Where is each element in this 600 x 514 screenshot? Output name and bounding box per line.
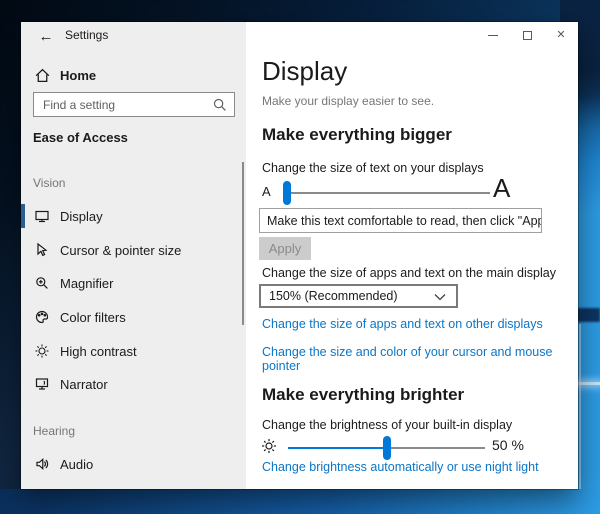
sidebar-item-high-contrast[interactable]: High contrast xyxy=(21,336,246,366)
audio-icon xyxy=(34,456,50,472)
page-subtitle: Make your display easier to see. xyxy=(262,94,434,108)
group-label-hearing: Hearing xyxy=(33,424,75,438)
link-cursor-pointer[interactable]: Change the size and color of your cursor… xyxy=(262,345,578,373)
display-icon xyxy=(34,208,50,224)
selected-accent-bar xyxy=(21,204,25,228)
brightness-label: Change the brightness of your built-in d… xyxy=(262,418,512,432)
brightness-slider-row: 50 % xyxy=(246,435,578,461)
brightness-value: 50 % xyxy=(492,437,524,453)
cursor-icon xyxy=(34,242,50,258)
brightness-slider-fill xyxy=(288,447,387,449)
chevron-down-icon xyxy=(434,293,446,301)
text-size-slider-row: A A xyxy=(246,178,578,206)
sidebar-item-narrator[interactable]: Narrator xyxy=(21,369,246,399)
breadcrumb-ease-of-access: Ease of Access xyxy=(33,130,128,145)
windows-logo-edge-line xyxy=(579,324,581,489)
high-contrast-icon xyxy=(34,343,50,359)
sidebar-item-cursor-pointer-size[interactable]: Cursor & pointer size xyxy=(21,235,246,265)
magnifier-icon xyxy=(34,275,50,291)
apply-button[interactable]: Apply xyxy=(259,237,311,260)
maximize-button[interactable] xyxy=(510,22,544,48)
search-box xyxy=(33,92,235,117)
home-icon xyxy=(34,67,51,84)
sidebar-item-magnifier[interactable]: Magnifier xyxy=(21,268,246,298)
heading-make-everything-brighter: Make everything brighter xyxy=(262,385,464,405)
brightness-slider-track[interactable] xyxy=(288,447,485,449)
sidebar-item-home[interactable]: Home xyxy=(21,63,246,89)
sidebar-item-label: Magnifier xyxy=(60,276,113,291)
minimize-button[interactable] xyxy=(476,22,510,48)
back-icon: ← xyxy=(39,28,54,45)
link-other-displays[interactable]: Change the size of apps and text on othe… xyxy=(262,317,543,331)
slider-min-label: A xyxy=(262,184,271,199)
sidebar-item-label: Cursor & pointer size xyxy=(60,243,181,258)
narrator-icon xyxy=(34,376,50,392)
brightness-sun-icon xyxy=(260,437,278,455)
brightness-slider-handle[interactable] xyxy=(383,436,391,460)
group-label-vision: Vision xyxy=(33,176,65,190)
text-size-label: Change the size of text on your displays xyxy=(262,161,484,175)
back-button[interactable]: ← xyxy=(33,24,59,48)
sidebar-item-audio[interactable]: Audio xyxy=(21,449,246,479)
sidebar-item-label: Narrator xyxy=(60,377,108,392)
close-button[interactable]: ✕ xyxy=(544,22,578,48)
sidebar-item-color-filters[interactable]: Color filters xyxy=(21,302,246,332)
text-size-slider-handle[interactable] xyxy=(283,181,291,205)
link-night-light[interactable]: Change brightness automatically or use n… xyxy=(262,460,539,474)
sidebar: ← Settings Home Ease of Access Vision xyxy=(21,22,246,489)
search-input[interactable] xyxy=(34,93,212,116)
slider-max-label: A xyxy=(493,173,510,204)
close-icon: ✕ xyxy=(556,30,565,41)
page-title: Display xyxy=(262,56,347,87)
sidebar-scrollbar-thumb[interactable] xyxy=(242,162,244,325)
maximize-icon xyxy=(523,31,532,40)
search-icon[interactable] xyxy=(212,97,228,113)
main-content: ✕ Display Make your display easier to se… xyxy=(246,22,578,489)
window-controls: ✕ xyxy=(476,22,578,48)
sidebar-item-label: Home xyxy=(60,68,96,83)
window-title: Settings xyxy=(65,28,108,42)
sidebar-item-label: High contrast xyxy=(60,344,137,359)
scaling-dropdown-value: 150% (Recommended) xyxy=(269,289,398,303)
sidebar-item-label: Display xyxy=(60,209,103,224)
settings-window: ← Settings Home Ease of Access Vision xyxy=(21,22,578,489)
scaling-label: Change the size of apps and text on the … xyxy=(262,266,556,280)
sidebar-item-label: Color filters xyxy=(60,310,126,325)
color-filters-icon xyxy=(34,309,50,325)
minimize-icon xyxy=(488,35,498,36)
sample-text-preview: Make this text comfortable to read, then… xyxy=(259,208,542,233)
scaling-dropdown[interactable]: 150% (Recommended) xyxy=(259,284,458,308)
sidebar-item-label: Audio xyxy=(60,457,93,472)
heading-make-everything-bigger: Make everything bigger xyxy=(262,125,452,145)
wallpaper-bottom-strip xyxy=(0,489,600,514)
text-size-slider-track[interactable] xyxy=(283,192,490,194)
sidebar-item-display[interactable]: Display xyxy=(21,201,246,231)
